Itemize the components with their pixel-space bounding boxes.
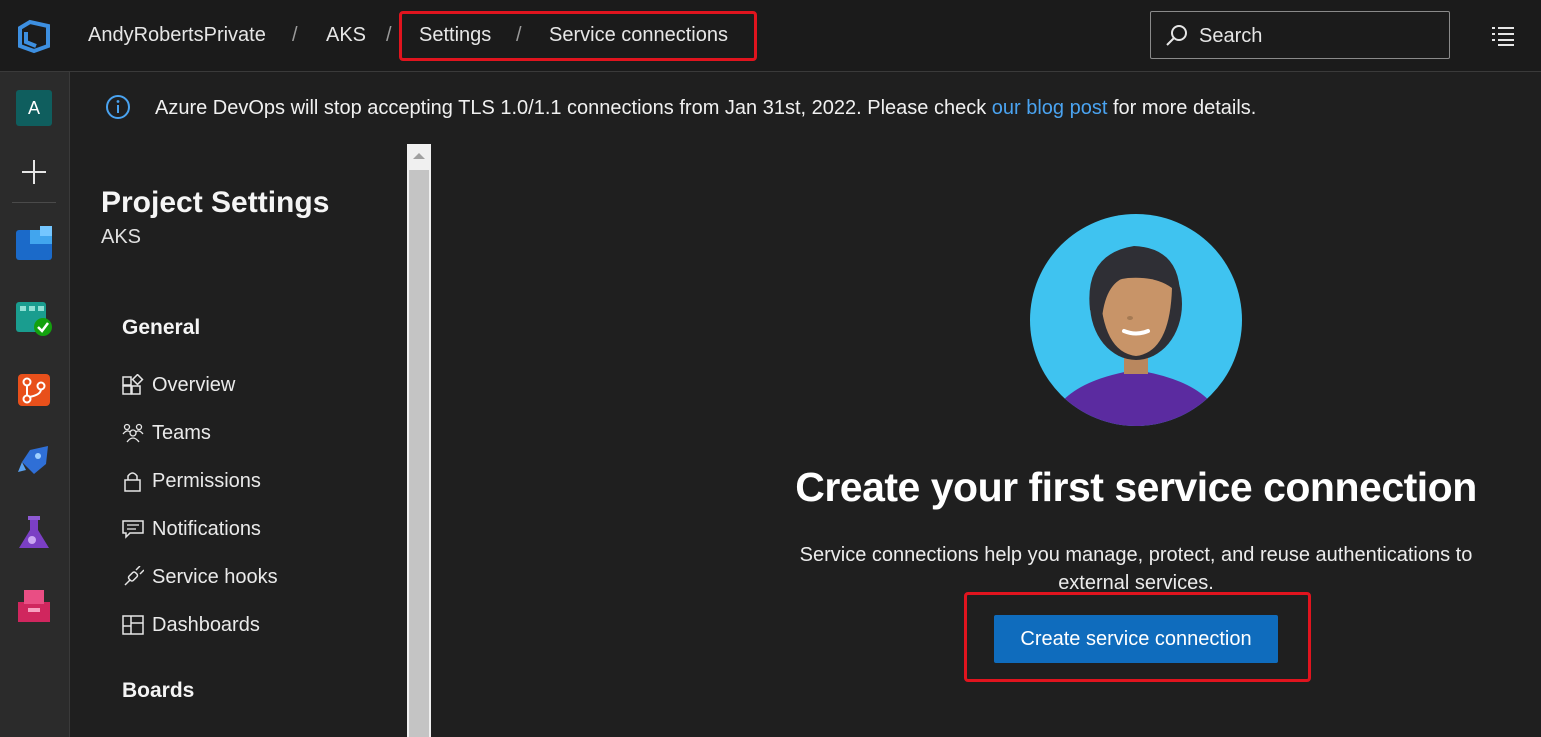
scrollbar-thumb[interactable]: [409, 170, 429, 737]
overview-icon[interactable]: [16, 226, 52, 262]
sidebar-scrollbar[interactable]: [407, 144, 431, 737]
nav-item-label: Overview: [152, 374, 236, 396]
nav-item-label: Service hooks: [152, 566, 278, 588]
settings-list-icon[interactable]: [1490, 24, 1516, 48]
notification-icon: [122, 520, 144, 539]
section-boards: Boards: [122, 679, 195, 702]
nav-item-label: Teams: [152, 422, 211, 444]
info-banner: Azure DevOps will stop accepting TLS 1.0…: [71, 72, 1541, 144]
info-icon: [106, 95, 130, 119]
breadcrumb-org[interactable]: AndyRobertsPrivate: [88, 24, 266, 47]
plus-icon[interactable]: [16, 154, 52, 190]
project-name: AKS: [101, 226, 142, 248]
service-hooks-icon: [124, 566, 144, 586]
nav-item-label: Dashboards: [152, 614, 260, 636]
nav-item-label: Permissions: [152, 470, 261, 492]
overview-icon: [122, 374, 144, 395]
search-box[interactable]: Search: [1150, 11, 1450, 59]
highlight-box-button: [964, 592, 1311, 682]
empty-state-description: Service connections help you manage, pro…: [799, 544, 1473, 594]
breadcrumb-separator: /: [292, 24, 298, 46]
artifacts-icon[interactable]: [16, 588, 52, 624]
search-input[interactable]: Search: [1199, 25, 1262, 48]
banner-text-end: for more details.: [1107, 97, 1257, 119]
banner-text: Azure DevOps will stop accepting TLS 1.0…: [155, 97, 992, 119]
banner-message: Azure DevOps will stop accepting TLS 1.0…: [155, 97, 1256, 120]
section-general: General: [122, 316, 201, 339]
project-settings-panel: Project Settings AKS General Overview Te…: [71, 144, 407, 737]
pipelines-icon[interactable]: [16, 444, 52, 480]
project-avatar[interactable]: A: [16, 90, 52, 126]
project-settings-title: Project Settings: [101, 186, 330, 219]
blog-post-link[interactable]: our blog post: [992, 97, 1108, 119]
nav-item-label: Notifications: [152, 518, 261, 540]
test-plans-icon[interactable]: [16, 516, 52, 552]
highlight-box-breadcrumb: [399, 11, 757, 61]
lock-icon: [124, 472, 141, 492]
dashboards-icon: [122, 615, 144, 635]
teams-icon: [122, 423, 144, 443]
azure-devops-logo[interactable]: [16, 18, 52, 54]
breadcrumb-separator: /: [386, 24, 392, 46]
scroll-up-arrow-icon[interactable]: [407, 144, 431, 168]
left-navigation-rail: A: [0, 72, 70, 737]
repos-icon[interactable]: [16, 372, 52, 408]
boards-icon[interactable]: [16, 300, 52, 336]
empty-state-title: Create your first service connection: [795, 464, 1477, 510]
rail-divider: [12, 202, 56, 203]
breadcrumb-project[interactable]: AKS: [326, 24, 366, 47]
top-bar: AndyRobertsPrivate / AKS / Settings / Se…: [0, 0, 1541, 72]
search-icon: [1166, 25, 1187, 46]
person-illustration: [1030, 214, 1242, 426]
